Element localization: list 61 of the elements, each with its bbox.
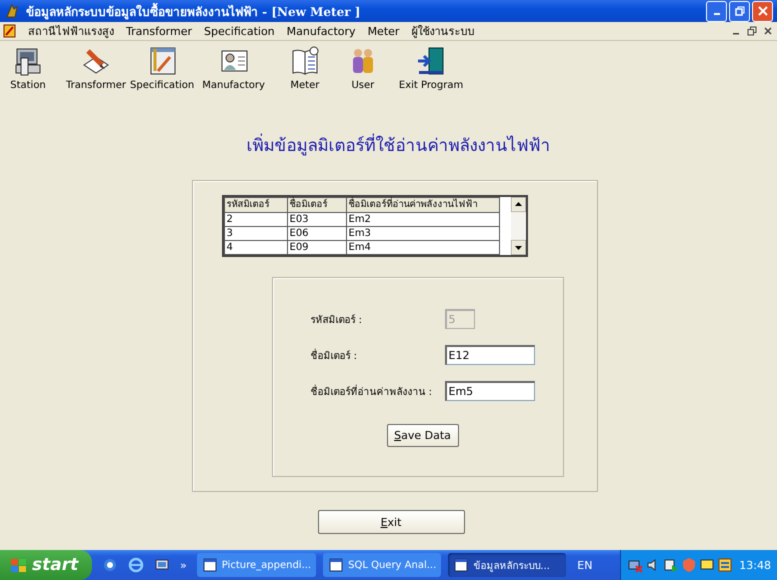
column-header: รหัสมิเตอร์ [224,198,287,212]
media-icon[interactable] [663,557,680,573]
clock: 13:48 [739,558,771,572]
menu-item[interactable]: Manufactory [280,24,362,38]
scrollbar[interactable] [510,197,526,255]
window-icon [453,557,470,573]
menu-item[interactable]: สถานีไฟฟ้าแรงสูง [22,22,120,40]
language-indicator[interactable]: EN [577,558,592,572]
restore-button[interactable] [729,0,750,22]
scroll-up-button[interactable] [510,197,526,212]
save-button[interactable]: Save Data [386,424,458,447]
table-cell: Em4 [346,240,499,254]
close-icon[interactable] [763,26,773,36]
scroll-down-button[interactable] [510,240,526,255]
taskbar-button[interactable]: ข้อมูลหลักระบบ... [448,553,566,577]
table-cell: Em2 [346,212,499,226]
toolbar-button[interactable]: Station [4,43,52,93]
column-header: ชื่อมิเตอร์ที่อ่านค่าพลังงานไฟฟ้า [346,198,499,212]
menu-item[interactable]: ผู้ใช้งานระบบ [405,22,480,40]
browser-icon[interactable] [128,557,144,573]
table-cell: E06 [287,226,346,240]
window-icon [328,557,344,573]
input-field[interactable]: Em5 [444,381,534,401]
window-title: ข้อมูลหลักระบบข้อมูลใบซื้อขายพลังงานไฟฟ้า - [New Meter ] [26,2,362,20]
document-icon [2,23,18,39]
toolbar-button[interactable]: Meter [280,43,329,93]
taskbar-button[interactable]: SQL Query Anal... [323,553,442,577]
table-cell: 2 [224,212,287,226]
field-label: ชื่อมิเตอร์ : [310,348,358,362]
field-label: ชื่อมิเตอร์ที่อ่านค่าพลังงาน : [310,384,434,398]
more-button[interactable]: » [180,558,187,572]
app-icon [4,3,20,19]
toolbar-button[interactable]: Manufactory [200,43,267,93]
restore-icon [734,6,744,16]
browser-icon[interactable] [102,557,118,573]
windows-flag-icon [10,557,28,573]
toolbar-button[interactable]: Specification [128,43,196,93]
window-icon [202,557,218,573]
close-button[interactable] [752,0,773,22]
menu-item[interactable]: Transformer [120,24,198,38]
toolbar-button[interactable]: Exit Program [396,43,466,93]
toolbar-button[interactable]: Transformer [64,43,128,93]
menu-item[interactable]: Specification [198,24,281,38]
restore-icon[interactable] [747,26,757,36]
field-label: รหัสมิเตอร์ : [310,313,364,326]
toolbar-button[interactable]: User [338,43,387,93]
server-icon[interactable] [717,557,734,573]
menu-item[interactable]: Meter [362,24,406,38]
table-cell: E09 [287,240,346,254]
minimize-icon [714,13,720,15]
form-heading: เพิ่มข้อมูลมิเตอร์ที่ใช้อ่านค่าพลังงานไฟฟ้า [246,131,550,158]
table-cell: E03 [287,212,346,226]
table-cell: 3 [224,226,287,240]
exit-button[interactable]: Exit [318,510,464,534]
table-cell: Em3 [346,226,499,240]
column-header: ชื่อมิเตอร์ [287,198,346,212]
minimize-button[interactable] [706,0,727,22]
close-icon [758,6,768,16]
table-cell: 4 [224,240,287,254]
input-field[interactable]: E12 [444,345,534,365]
taskbar-button[interactable]: Picture_appendi... [196,553,316,577]
